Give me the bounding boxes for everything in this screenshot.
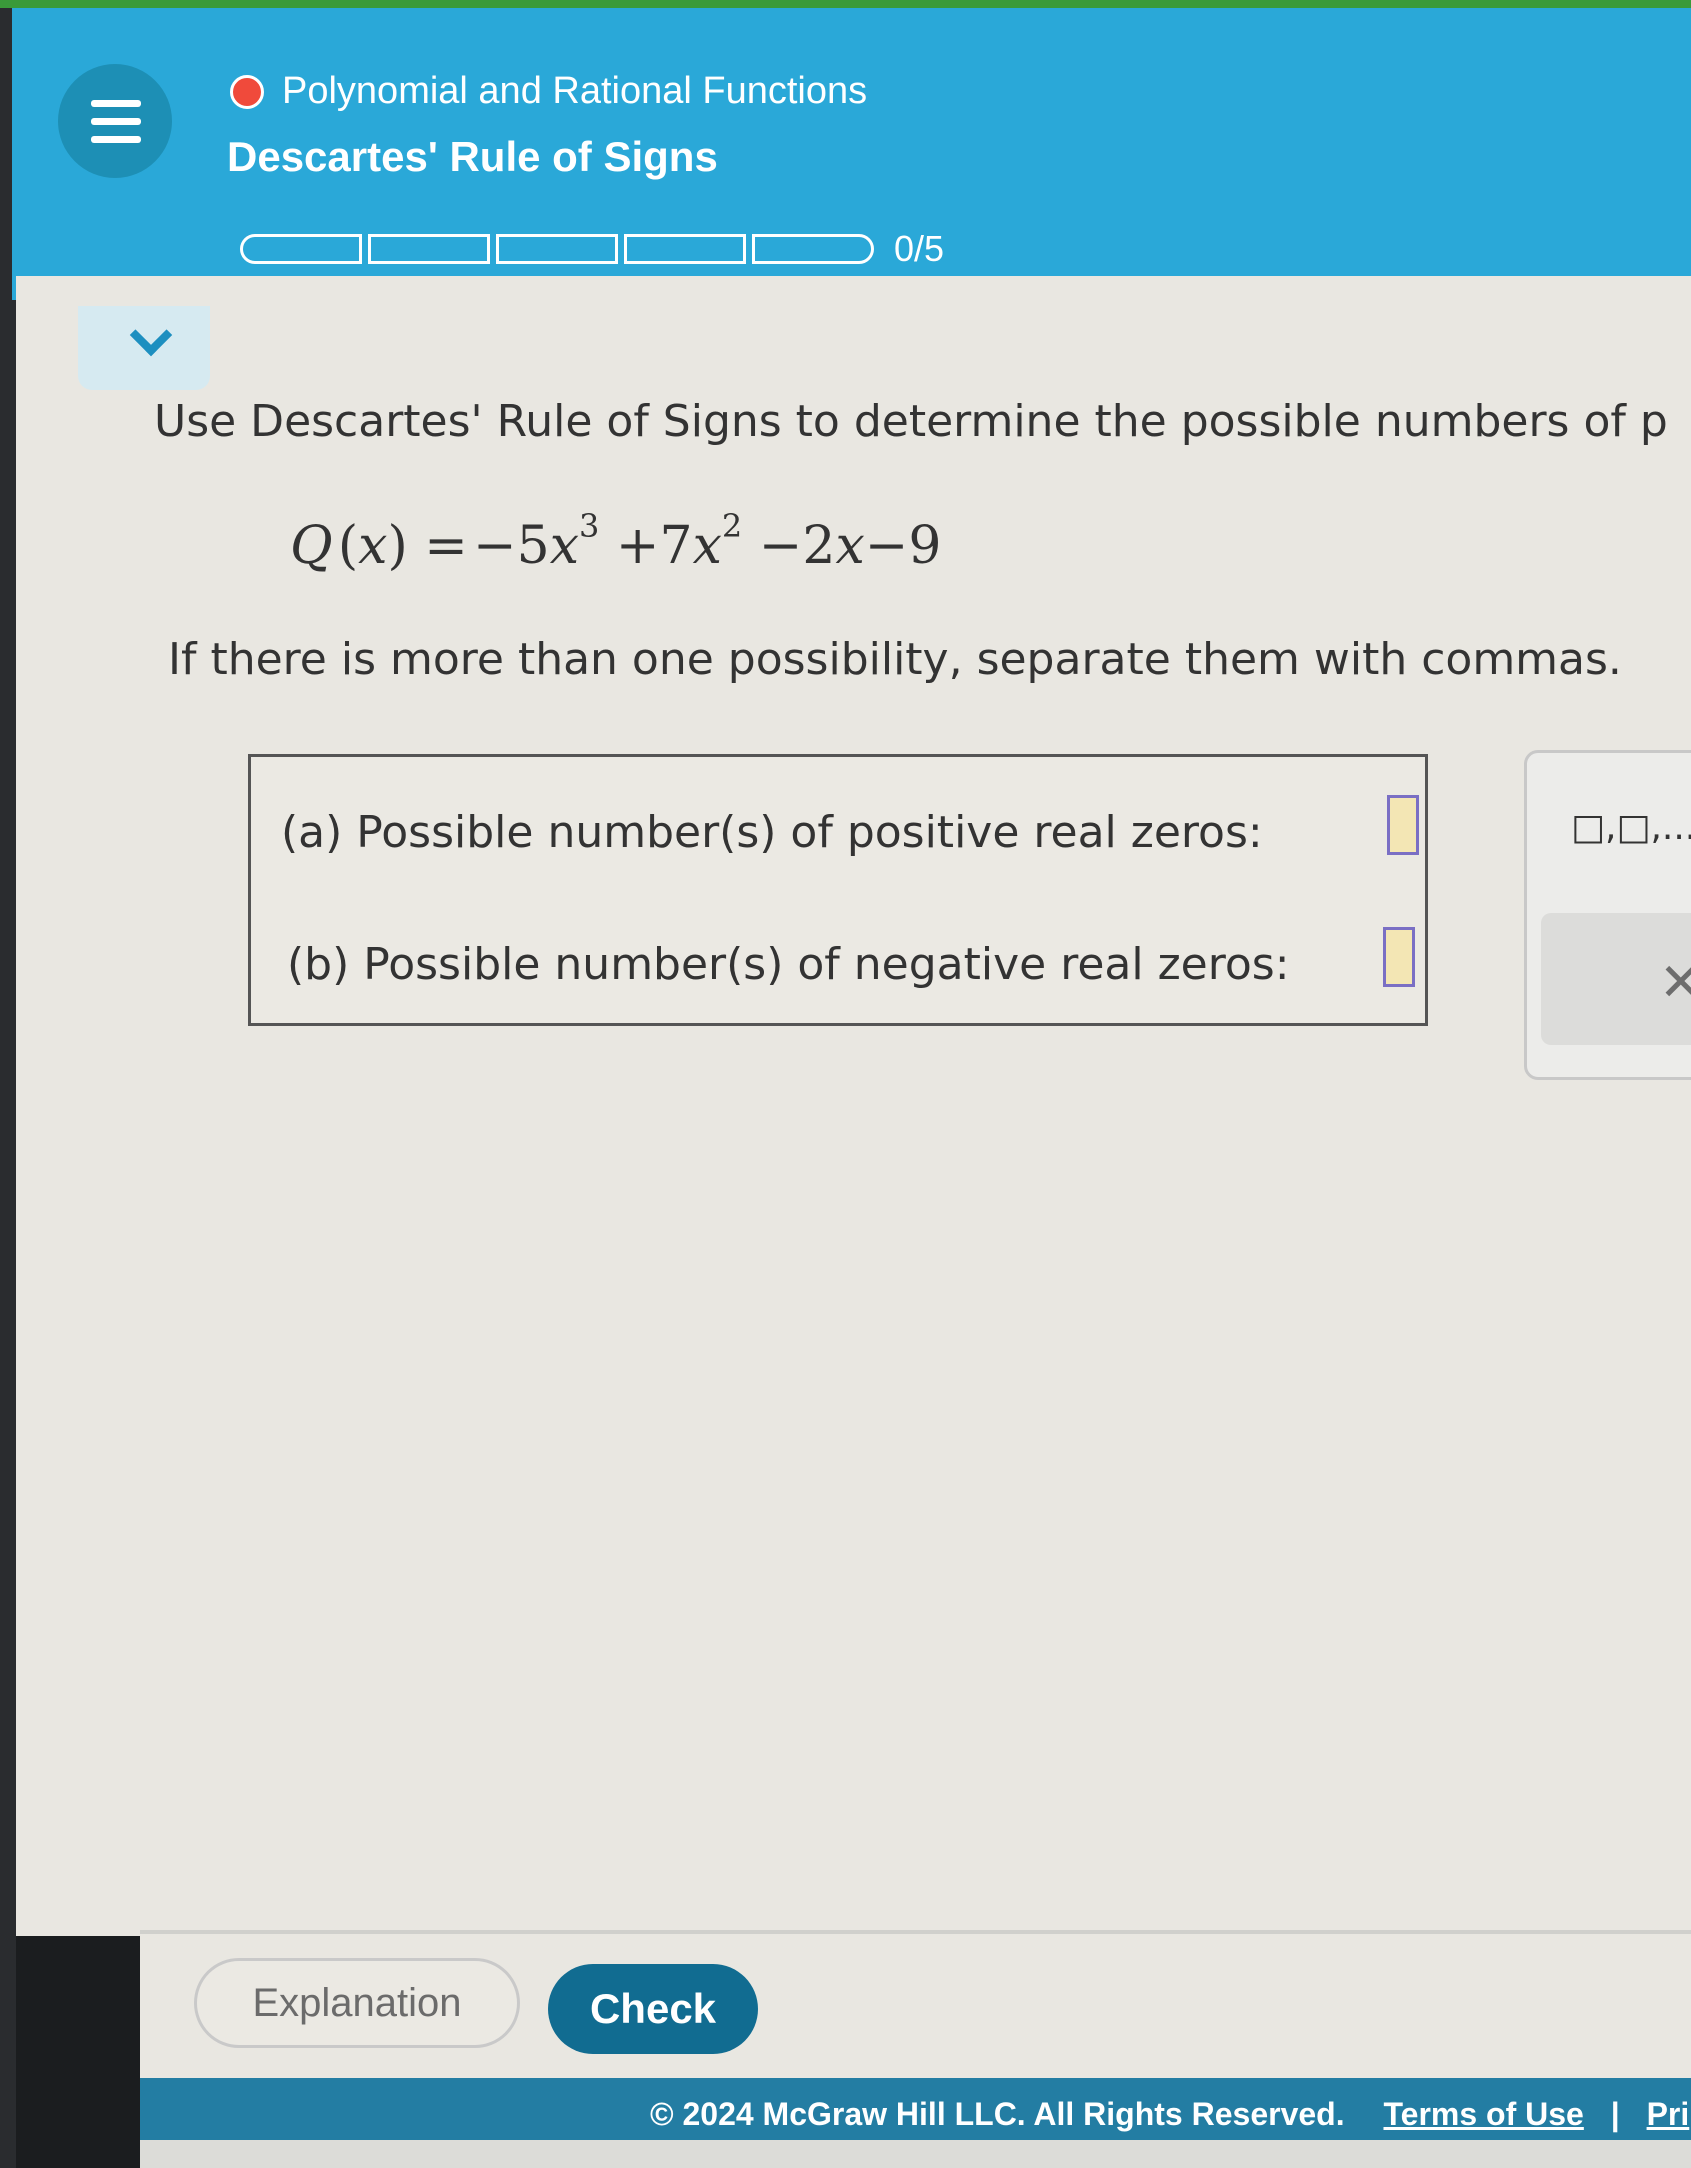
- browser-bottom-edge: [140, 2140, 1691, 2168]
- clear-button[interactable]: ✕: [1541, 913, 1691, 1045]
- progress-bar: 0/5: [240, 228, 944, 270]
- progress-segment: [752, 234, 874, 264]
- eq-function-name: Q: [290, 516, 333, 576]
- collapse-toggle[interactable]: [78, 306, 210, 390]
- eq-term2-sign: +: [615, 516, 660, 576]
- check-button[interactable]: Check: [548, 1964, 758, 2054]
- polynomial-equation: Q (x) = −5x3 +7x2 −2x−9: [290, 507, 942, 576]
- close-icon: ✕: [1659, 953, 1691, 1013]
- progress-count: 0/5: [894, 228, 945, 269]
- math-palette: □,□,... ✕: [1524, 750, 1691, 1080]
- lesson-header: Polynomial and Rational Functions Descar…: [12, 8, 1691, 300]
- footer-row: © 2024 McGraw Hill LLC. All Rights Reser…: [650, 2096, 1689, 2133]
- copyright-text: © 2024 McGraw Hill LLC. All Rights Reser…: [650, 2096, 1345, 2132]
- question-instruction: Use Descartes' Rule of Signs to determin…: [154, 396, 1668, 447]
- eq-term3-coef: 2: [802, 516, 836, 576]
- eq-term2-coef: 7: [659, 516, 693, 576]
- topic-row: Polynomial and Rational Functions: [230, 70, 867, 113]
- eq-term1-coef: 5: [516, 516, 550, 576]
- lesson-title: Descartes' Rule of Signs: [227, 133, 718, 180]
- eq-term1-sign: −: [473, 516, 517, 576]
- answer-format-note: If there is more than one possibility, s…: [168, 634, 1622, 685]
- eq-term4-sign: −: [864, 516, 909, 576]
- negative-zeros-input[interactable]: [1383, 927, 1415, 987]
- topic-title: Polynomial and Rational Functions: [282, 70, 868, 112]
- positive-zeros-input[interactable]: [1387, 795, 1419, 855]
- screen-bezel: [0, 8, 16, 2168]
- eq-term1-var: x: [549, 516, 580, 576]
- answer-box: (a) Possible number(s) of positive real …: [248, 754, 1428, 1026]
- part-a-label: (a) Possible number(s) of positive real …: [281, 807, 1263, 858]
- eq-term2-var: x: [692, 516, 722, 576]
- eq-variable: x: [358, 516, 388, 576]
- top-edge-strip: [0, 0, 1691, 8]
- hamburger-icon-bar: [91, 118, 141, 125]
- part-b-label: (b) Possible number(s) of negative real …: [287, 939, 1290, 990]
- privacy-link[interactable]: Pri: [1647, 2096, 1690, 2132]
- explanation-button[interactable]: Explanation: [194, 1958, 520, 2048]
- eq-term3-var: x: [835, 516, 865, 576]
- hamburger-icon-bar: [91, 136, 141, 143]
- menu-button[interactable]: [58, 64, 172, 178]
- progress-segment: [368, 234, 490, 264]
- chevron-down-icon: [129, 313, 173, 357]
- progress-segment: [496, 234, 618, 264]
- footer-separator: |: [1610, 2096, 1620, 2132]
- question-panel: Use Descartes' Rule of Signs to determin…: [16, 276, 1691, 1936]
- list-template-button[interactable]: □,□,...: [1571, 807, 1691, 848]
- terms-of-use-link[interactable]: Terms of Use: [1383, 2096, 1583, 2132]
- status-dot-icon: [230, 74, 264, 109]
- eq-term1-exp: 3: [579, 507, 600, 545]
- eq-term2-exp: 2: [721, 507, 743, 545]
- progress-segment: [624, 234, 746, 264]
- eq-term3-sign: −: [758, 516, 803, 576]
- progress-segment: [240, 234, 362, 264]
- eq-term4-const: 9: [908, 516, 942, 576]
- action-bar: Explanation Check: [140, 1934, 1691, 2078]
- hamburger-icon: [91, 100, 141, 107]
